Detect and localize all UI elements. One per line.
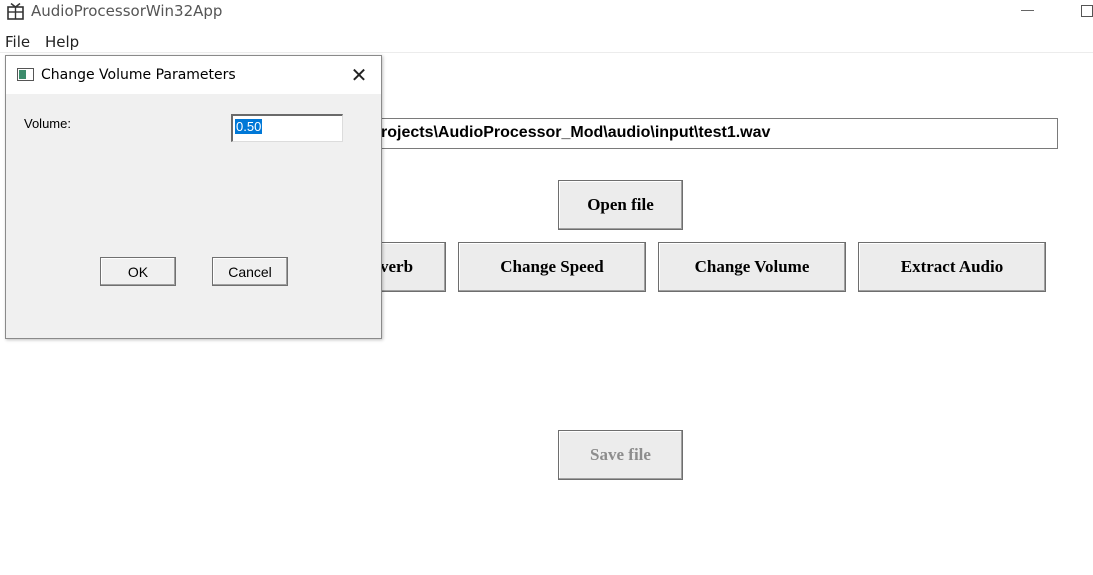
maximize-icon[interactable] bbox=[1081, 5, 1093, 17]
ok-button[interactable]: OK bbox=[100, 257, 176, 286]
open-file-button[interactable]: Open file bbox=[558, 180, 683, 230]
menu-file[interactable]: File bbox=[5, 33, 30, 51]
file-path-text: rojects\AudioProcessor_Mod\audio\input\t… bbox=[381, 124, 771, 141]
menu-bar: File Help bbox=[0, 30, 1093, 53]
dialog-window-icon bbox=[17, 68, 34, 81]
extract-audio-button[interactable]: Extract Audio bbox=[858, 242, 1046, 292]
file-path-field[interactable]: rojects\AudioProcessor_Mod\audio\input\t… bbox=[352, 118, 1058, 149]
app-icon bbox=[7, 3, 24, 20]
minimize-icon[interactable] bbox=[1021, 10, 1034, 11]
dialog-title-bar: Change Volume Parameters ✕ bbox=[6, 56, 381, 94]
change-volume-dialog: Change Volume Parameters ✕ Volume: 0.50 … bbox=[5, 55, 382, 339]
volume-value: 0.50 bbox=[235, 119, 263, 134]
cancel-button[interactable]: Cancel bbox=[212, 257, 288, 286]
change-speed-button[interactable]: Change Speed bbox=[458, 242, 646, 292]
change-volume-button[interactable]: Change Volume bbox=[658, 242, 846, 292]
save-file-button[interactable]: Save file bbox=[558, 430, 683, 480]
title-bar: AudioProcessorWin32App bbox=[0, 0, 1093, 28]
volume-input[interactable]: 0.50 bbox=[231, 114, 343, 142]
close-icon[interactable]: ✕ bbox=[346, 62, 372, 88]
window-title: AudioProcessorWin32App bbox=[31, 2, 223, 20]
dialog-title: Change Volume Parameters bbox=[41, 67, 236, 83]
menu-help[interactable]: Help bbox=[45, 33, 79, 51]
volume-label: Volume: bbox=[24, 116, 71, 131]
